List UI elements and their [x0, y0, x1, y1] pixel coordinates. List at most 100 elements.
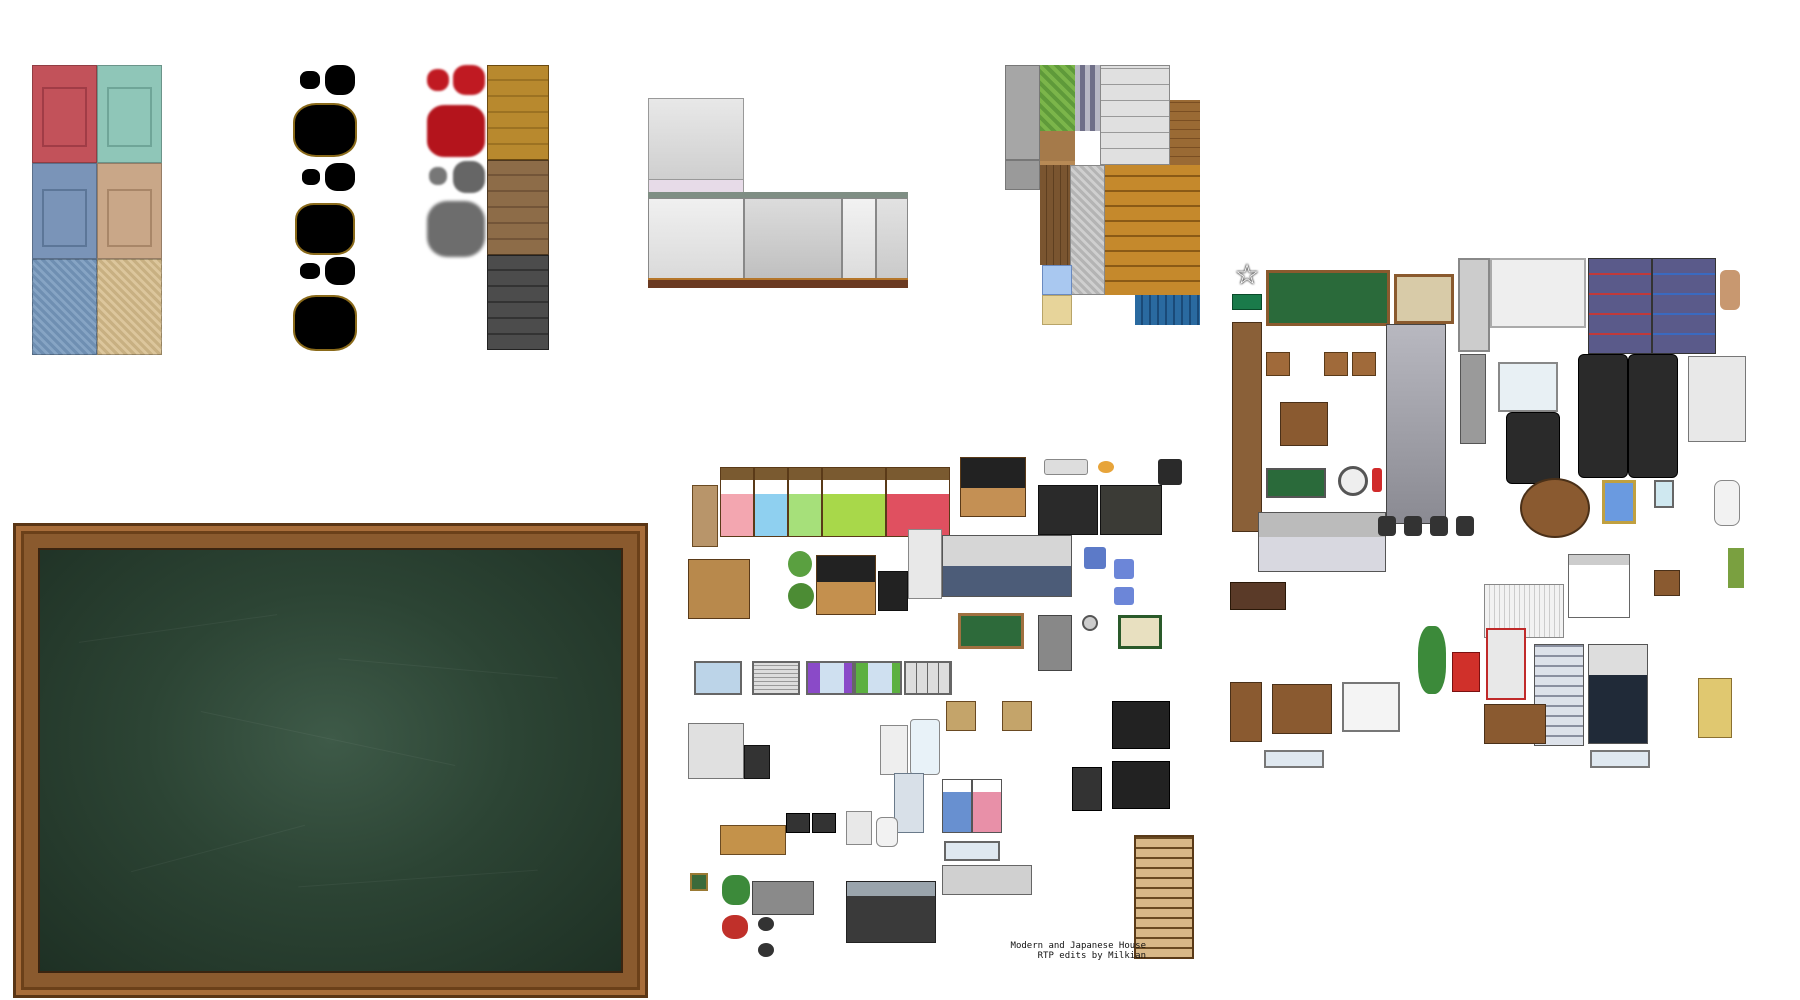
green-chalkboard [1266, 270, 1390, 326]
red-stain-large [427, 105, 485, 157]
blue-stone-tile [32, 259, 97, 355]
kitchen-shelf [846, 881, 936, 943]
concrete-tile [1005, 65, 1040, 160]
school-office-furniture-tileset: ☆ [1228, 258, 1758, 778]
tv-stand [960, 457, 1026, 517]
wood-floor-brown [487, 160, 549, 255]
wood-plank-tile [1170, 100, 1200, 165]
cork-board [1394, 274, 1454, 324]
bed-pink [720, 467, 754, 537]
stool [758, 917, 774, 931]
black-sofa-large [1628, 354, 1678, 478]
chalkboard-picture [13, 523, 648, 998]
lab-counter [1258, 512, 1386, 572]
mirror-cabinet [944, 841, 1000, 861]
vending-shelf [1072, 767, 1102, 811]
wooden-bench [1230, 682, 1262, 742]
gray-stain-small [453, 161, 485, 193]
wall-tiles [648, 98, 908, 293]
air-conditioner [1044, 459, 1088, 475]
wall-panel-gray [744, 198, 842, 286]
window-green-curtain [854, 661, 902, 695]
printer [846, 811, 872, 845]
sink-counter [942, 865, 1032, 895]
office-chair [1430, 516, 1448, 536]
whiteboard-large [1490, 258, 1586, 328]
bulletin-board [1118, 615, 1162, 649]
vending-machine [1486, 628, 1526, 700]
carpet-floor-tiles [32, 65, 162, 355]
book-shelf-low [1484, 704, 1546, 744]
wall-clock [1082, 615, 1098, 631]
window [694, 661, 742, 695]
window-purple-curtain [806, 661, 854, 695]
bed-blue-small [942, 779, 972, 833]
house-furniture-tileset: Modern and Japanese House RTP edits by M… [686, 455, 1212, 975]
stone-tile [1075, 65, 1100, 131]
black-table [1100, 485, 1162, 535]
student-desk [1352, 352, 1376, 376]
credit-title: Modern and Japanese House [1010, 941, 1146, 951]
wooden-chair [1002, 701, 1032, 731]
stool [758, 943, 774, 957]
office-chair [1456, 516, 1474, 536]
teacher-desk [1280, 402, 1328, 446]
dining-table-set [1038, 485, 1098, 535]
tileset-credit: Modern and Japanese House RTP edits by M… [956, 941, 1146, 961]
lit-wood-floor-tile [1105, 165, 1200, 295]
blue-tile-floor [1135, 295, 1200, 325]
sand-stone-tile [97, 259, 162, 355]
anatomy-model [1720, 270, 1740, 310]
shadow-autotiles [295, 65, 360, 355]
study-desk [688, 723, 744, 779]
red-stain-small [427, 69, 449, 91]
wooden-chair [1654, 570, 1680, 596]
coat-rack [1158, 459, 1182, 485]
blue-glass-tile [1042, 265, 1072, 295]
bed-lime-double [822, 467, 886, 537]
window-sill [1264, 750, 1324, 768]
kitchen-counter [942, 535, 1072, 597]
blue-cushion [1114, 559, 1134, 579]
door-frame [1458, 258, 1490, 352]
floor-and-ground-tiles [1005, 65, 1200, 330]
bed-blue [754, 467, 788, 537]
computer-desk [878, 571, 908, 611]
wooden-cabinet [1232, 322, 1262, 532]
shadow-blob-small [325, 257, 355, 285]
bed-pink-small [972, 779, 1002, 833]
refrigerator [908, 529, 942, 599]
flower-pot [722, 915, 748, 939]
bookshelf-case [894, 773, 924, 833]
tv-black [1112, 701, 1170, 749]
kitchen-counter-gray [752, 881, 814, 915]
black-sofa-large [1578, 354, 1628, 478]
blue-cushion [1114, 587, 1134, 605]
glass-case [1498, 362, 1558, 412]
wall-panel-light [648, 198, 744, 286]
fire-extinguisher [1372, 468, 1382, 492]
whiteboard-stand [1342, 682, 1400, 732]
wooden-chair [946, 701, 976, 731]
shadow-blob-large [295, 297, 355, 349]
computer-monitor [786, 813, 810, 833]
wood-table [1272, 684, 1332, 734]
gray-stain-large [427, 201, 485, 257]
wood-floor-dark [487, 255, 549, 350]
houseplant [788, 551, 812, 577]
concrete-tile [1005, 160, 1040, 190]
shadow-blob-large [297, 205, 353, 253]
gray-stain-small [429, 167, 447, 185]
wall-baseboard [648, 278, 908, 288]
round-table-flowers [1520, 478, 1590, 538]
white-bed [1568, 554, 1630, 618]
dirt-tile [1040, 131, 1075, 161]
bulletin-green [1266, 468, 1326, 498]
picture-frame [690, 873, 708, 891]
shadow-blob-small [325, 65, 355, 95]
window-shoji [904, 661, 952, 695]
grass-tile [1040, 65, 1075, 131]
office-chair [1404, 516, 1422, 536]
exit-sign [1232, 294, 1262, 310]
wall-panel-gray [876, 198, 908, 286]
